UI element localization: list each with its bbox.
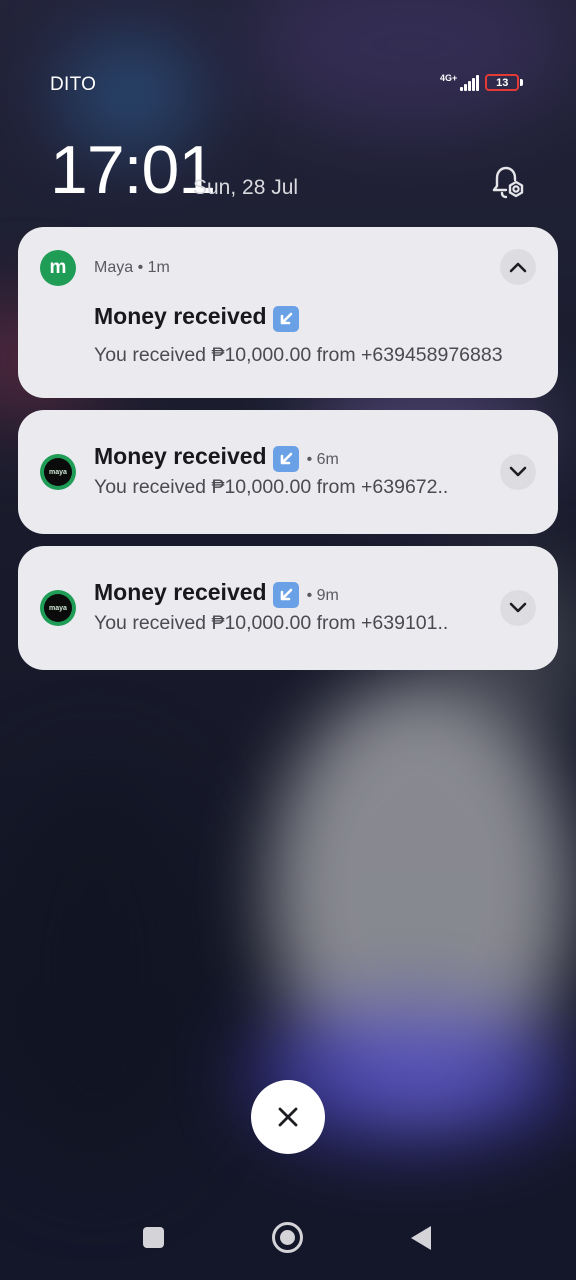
status-icons: 4G+ 13 <box>440 72 524 91</box>
navigation-bar <box>0 1220 576 1256</box>
maya-icon: maya <box>40 454 76 490</box>
signal-icon: 4G+ <box>440 72 480 91</box>
notification-age: • 6m <box>306 451 339 468</box>
arrow-down-left-icon <box>272 582 299 608</box>
close-icon <box>278 1107 298 1127</box>
lockscreen-time: 17:01 <box>50 132 216 208</box>
notification-settings-icon[interactable] <box>486 162 528 204</box>
maya-icon: maya <box>40 590 76 626</box>
arrow-down-left-icon <box>272 306 299 332</box>
clear-notifications-button[interactable] <box>251 1080 325 1154</box>
maya-logo-text: maya <box>44 594 72 622</box>
chevron-down-icon[interactable] <box>500 590 536 626</box>
arrow-down-left-icon <box>272 446 299 472</box>
lockscreen-date: Sun, 28 Jul <box>193 176 299 199</box>
notification-body: You received ₱10,000.00 from +639101.. <box>94 612 449 634</box>
notification-card[interactable]: m Maya • 1m Money received You received … <box>18 227 558 398</box>
chevron-down-icon[interactable] <box>500 454 536 490</box>
maya-icon: m <box>40 250 76 286</box>
notification-age: • 9m <box>306 587 339 604</box>
notification-title: Money received • 9m <box>94 579 339 608</box>
battery-icon: 13 <box>485 74 524 91</box>
notification-title-text: Money received <box>94 579 267 605</box>
notification-card[interactable]: maya Money received • 6m You received ₱1… <box>18 410 558 534</box>
notification-card[interactable]: maya Money received • 9m You received ₱1… <box>18 546 558 670</box>
back-button[interactable] <box>411 1226 431 1250</box>
notification-title-text: Money received <box>94 303 267 329</box>
recents-button[interactable] <box>143 1227 164 1248</box>
home-button[interactable] <box>272 1222 303 1253</box>
network-type: 4G+ <box>440 72 458 83</box>
notification-body: You received ₱10,000.00 from +6394589768… <box>94 344 503 366</box>
notification-title-text: Money received <box>94 443 267 469</box>
notification-body: You received ₱10,000.00 from +639672.. <box>94 476 449 498</box>
carrier-name: DITO <box>50 74 97 95</box>
maya-logo-text: maya <box>44 458 72 486</box>
battery-level: 13 <box>496 76 509 89</box>
notification-title: Money received <box>94 303 299 332</box>
notification-title: Money received • 6m <box>94 443 339 472</box>
notification-app-meta: Maya • 1m <box>94 259 170 276</box>
chevron-up-icon[interactable] <box>500 249 536 285</box>
